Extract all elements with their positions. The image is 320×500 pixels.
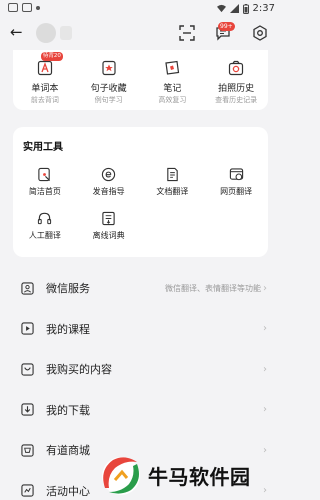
menu-label: 活动中心 xyxy=(46,484,90,498)
quick-item-label: 拍照历史 xyxy=(218,84,255,94)
download-icon xyxy=(20,403,34,417)
chevron-right-icon: › xyxy=(263,323,267,335)
battery-icon xyxy=(242,3,249,14)
offline-dictionary-icon xyxy=(100,209,118,227)
user-tag[interactable] xyxy=(60,26,72,40)
course-icon xyxy=(20,322,34,336)
dot-icon xyxy=(36,5,40,10)
chevron-right-icon: › xyxy=(263,282,267,294)
sentence-collect-icon xyxy=(99,58,119,78)
human-translate-icon xyxy=(36,209,54,227)
quick-item-sub: 例句学习 xyxy=(94,96,123,104)
tool-label: 网页翻译 xyxy=(220,187,253,196)
scan-icon[interactable] xyxy=(177,23,197,43)
quick-item-label: 单词本 xyxy=(31,84,59,94)
image-notification-icon xyxy=(22,3,32,12)
message-badge: 99+ xyxy=(218,22,235,31)
purchase-icon xyxy=(20,362,34,376)
top-nav: ← 99+ xyxy=(0,18,281,48)
signal-icon xyxy=(229,4,239,13)
menu-item-course[interactable]: 我的课程 › xyxy=(0,309,281,350)
chevron-right-icon: › xyxy=(263,444,267,456)
quick-item-label: 句子收藏 xyxy=(90,84,127,94)
avatar[interactable] xyxy=(36,23,56,43)
menu-label: 我的课程 xyxy=(46,322,90,336)
chevron-right-icon: › xyxy=(263,485,267,497)
menu-label: 我的下载 xyxy=(46,403,90,417)
chevron-right-icon: › xyxy=(263,363,267,375)
status-icons-right: 2:37 xyxy=(216,3,275,14)
tools-title: 实用工具 xyxy=(23,142,63,153)
menu-label: 微信服务 xyxy=(46,282,90,296)
status-time: 2:37 xyxy=(252,3,275,14)
quick-item-notes[interactable]: 笔记 高效复习 xyxy=(142,58,202,105)
tool-document-translate[interactable]: 文档翻译 xyxy=(141,165,205,197)
tool-offline-dictionary[interactable]: 离线词典 xyxy=(77,209,141,241)
status-icons-left xyxy=(8,3,40,12)
menu-item-wechat-service[interactable]: 微信服务 微信翻译、表情翻译等功能 › xyxy=(0,268,281,309)
tool-pronunciation[interactable]: 发音指导 xyxy=(77,165,141,197)
menu-sub: 微信翻译、表情翻译等功能 xyxy=(165,283,261,293)
tool-label: 文档翻译 xyxy=(156,187,189,196)
tools-grid: 简洁首页 发音指导 文档翻译 网页翻译 人工翻译 离线词典 xyxy=(13,165,268,241)
quick-access-card: 待背20 单词本 前去背词 句子收藏 例句学习 笔记 高效复习 拍照历史 查看历… xyxy=(13,50,268,110)
document-translate-icon xyxy=(163,165,181,183)
tools-card: 实用工具 简洁首页 发音指导 文档翻译 网页翻译 人工翻译 离线词典 xyxy=(13,127,268,257)
pronunciation-icon xyxy=(100,165,118,183)
menu-item-purchases[interactable]: 我购买的内容 › xyxy=(0,349,281,390)
web-translate-icon xyxy=(227,165,245,183)
notes-icon xyxy=(162,58,182,78)
watermark-text: 牛马软件园 xyxy=(148,465,251,489)
quick-access-row: 待背20 单词本 前去背词 句子收藏 例句学习 笔记 高效复习 拍照历史 查看历… xyxy=(13,52,268,105)
status-bar: 2:37 xyxy=(0,0,281,18)
store-icon xyxy=(20,443,34,457)
quick-item-wordbook[interactable]: 待背20 单词本 前去背词 xyxy=(15,52,75,105)
tool-label: 人工翻译 xyxy=(28,231,61,240)
menu-label: 有道商城 xyxy=(46,444,90,458)
quick-item-sub: 前去背词 xyxy=(30,96,59,104)
tool-label: 简洁首页 xyxy=(28,187,61,196)
tool-simple-home[interactable]: 简洁首页 xyxy=(13,165,77,197)
photo-history-icon xyxy=(226,58,246,78)
simple-home-icon xyxy=(36,165,54,183)
activity-icon xyxy=(20,484,34,498)
quick-item-sub: 高效复习 xyxy=(158,96,187,104)
menu-label: 我购买的内容 xyxy=(46,363,112,377)
wechat-service-icon xyxy=(20,281,34,295)
wifi-icon xyxy=(216,4,226,13)
notification-icon xyxy=(8,3,18,12)
quick-item-sub: 查看历史记录 xyxy=(215,96,258,104)
wordbook-icon: 待背20 xyxy=(35,52,63,78)
tool-label: 发音指导 xyxy=(92,187,125,196)
tool-label: 离线词典 xyxy=(92,231,125,240)
tool-human-translate[interactable]: 人工翻译 xyxy=(13,209,77,241)
pending-badge: 待背20 xyxy=(40,52,63,61)
quick-item-label: 笔记 xyxy=(163,84,182,94)
watermark-logo-icon xyxy=(102,457,140,495)
quick-item-sentences[interactable]: 句子收藏 例句学习 xyxy=(79,58,139,105)
settings-icon[interactable] xyxy=(250,23,270,43)
quick-item-photo-history[interactable]: 拍照历史 查看历史记录 xyxy=(206,58,266,105)
tool-web-translate[interactable]: 网页翻译 xyxy=(204,165,268,197)
chevron-right-icon: › xyxy=(263,404,267,416)
back-icon[interactable]: ← xyxy=(10,24,23,40)
menu-item-downloads[interactable]: 我的下载 › xyxy=(0,390,281,431)
